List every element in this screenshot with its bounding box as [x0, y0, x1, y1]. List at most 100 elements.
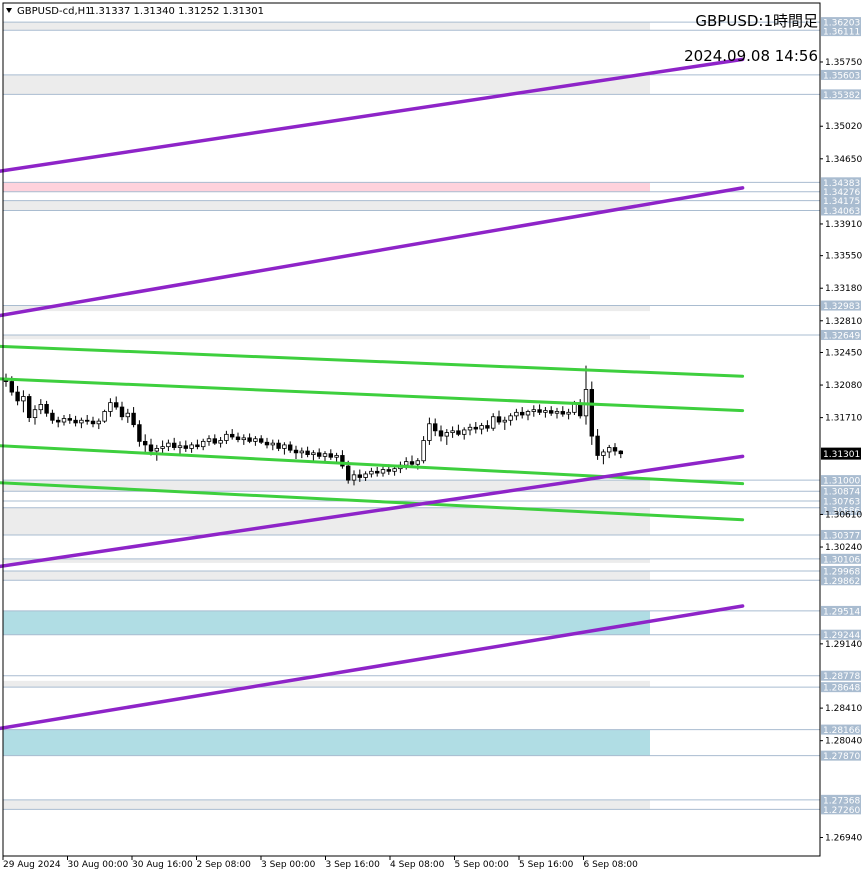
candlestick-chart[interactable]: 1.362031.361111.356031.353821.343831.342…: [0, 0, 866, 876]
y-tick-label: 1.28410: [825, 704, 862, 714]
candle-body: [421, 440, 426, 462]
candle-body: [44, 404, 49, 414]
zone-gray-0: [3, 22, 650, 31]
candle-body: [467, 426, 473, 431]
y-tick-label: 1.28040: [825, 737, 862, 747]
level-label: 1.36111: [823, 28, 860, 38]
candle-body: [612, 447, 618, 452]
candle-body: [56, 419, 61, 423]
candle-body: [85, 419, 90, 422]
y-tick-label: 1.34650: [825, 155, 862, 165]
candle-body: [15, 391, 20, 402]
level-label: 1.28778: [823, 672, 860, 682]
candle-body: [374, 470, 380, 474]
zone-gray-13: [3, 799, 650, 810]
candle-body: [415, 460, 420, 465]
candle-body: [456, 430, 461, 435]
candle-body: [595, 435, 600, 456]
candle-body: [212, 438, 217, 444]
candle-body: [386, 469, 391, 472]
candle-body: [601, 451, 606, 456]
zone-gray-1: [3, 74, 650, 95]
candle-body: [438, 430, 444, 437]
zone-gray-3: [3, 200, 650, 211]
chart-title: GBPUSD:1時間足: [695, 12, 818, 30]
candle-body: [299, 450, 304, 454]
candle-body: [195, 444, 200, 448]
candle-body: [125, 412, 130, 418]
candle-body: [177, 445, 183, 448]
candle-body: [270, 442, 275, 446]
x-tick-label: 4 Sep 08:00: [390, 860, 445, 870]
y-tick-label: 1.35750: [825, 58, 862, 68]
level-label: 1.27260: [823, 806, 860, 816]
level-label: 1.28166: [823, 726, 860, 736]
candle-body: [473, 426, 478, 430]
candle-body: [316, 452, 322, 457]
candle-body: [409, 461, 415, 465]
candle-body: [322, 453, 328, 457]
candle-body: [328, 453, 333, 458]
candle-body: [32, 409, 38, 419]
candle-body: [9, 381, 14, 393]
candle-body: [618, 450, 623, 455]
candle-body: [578, 403, 583, 417]
zone-gray-9: [3, 570, 650, 581]
level-label: 1.34063: [823, 207, 860, 217]
candle-body: [218, 440, 223, 444]
candle-body: [26, 396, 32, 419]
zone-pink-2: [3, 182, 650, 192]
y-tick-label: 1.33180: [825, 284, 862, 294]
candle-body: [253, 438, 258, 442]
candle-body: [264, 441, 270, 446]
level-label: 1.30106: [823, 555, 860, 565]
y-tick-label: 1.32080: [825, 381, 862, 391]
candle-body: [108, 402, 113, 412]
candle-body: [392, 468, 397, 472]
candle-body: [369, 470, 374, 475]
x-tick-label: 5 Sep 16:00: [519, 860, 574, 870]
candle-body: [531, 409, 536, 412]
candle-body: [380, 469, 386, 474]
candle-body: [520, 411, 525, 416]
y-tick-label: 1.32810: [825, 317, 862, 327]
level-label: 1.35603: [823, 71, 860, 81]
y-tick-label: 1.35020: [825, 122, 862, 132]
candle-body: [142, 440, 148, 446]
level-label: 1.29514: [823, 607, 860, 617]
candle-body: [502, 419, 507, 423]
candle-body: [537, 409, 542, 413]
candle-body: [351, 474, 357, 481]
candle-body: [79, 419, 84, 424]
candle-body: [154, 448, 159, 452]
candle-body: [21, 396, 26, 402]
level-label: 1.32983: [823, 302, 860, 312]
candle-body: [427, 423, 432, 441]
y-tick-label: 1.33910: [825, 220, 862, 230]
zone-gray-8: [3, 558, 650, 563]
candle-body: [311, 452, 316, 455]
candle-body: [258, 438, 264, 443]
candle-body: [206, 438, 212, 442]
candle-body: [554, 411, 560, 414]
candle-body: [334, 455, 339, 458]
candle-body: [403, 461, 409, 466]
candle-body: [114, 402, 119, 408]
candle-body: [589, 389, 594, 437]
zone-gray-5: [3, 334, 650, 340]
y-tick-label: 1.30240: [825, 543, 862, 553]
candle-body: [566, 411, 571, 415]
zone-gray-11: [3, 680, 650, 688]
symbol-label: GBPUSD-cd,H1: [17, 6, 92, 17]
level-label: 1.35382: [823, 91, 860, 101]
candle-body: [183, 445, 188, 449]
candle-body: [490, 416, 496, 429]
candle-body: [543, 410, 548, 413]
x-tick-label: 2 Sep 08:00: [197, 860, 252, 870]
zone-blue-12: [3, 729, 650, 756]
candle-body: [131, 412, 136, 426]
candle-body: [508, 415, 513, 421]
candle-body: [525, 411, 531, 416]
candle-body: [189, 444, 194, 449]
candle-body: [50, 412, 55, 421]
